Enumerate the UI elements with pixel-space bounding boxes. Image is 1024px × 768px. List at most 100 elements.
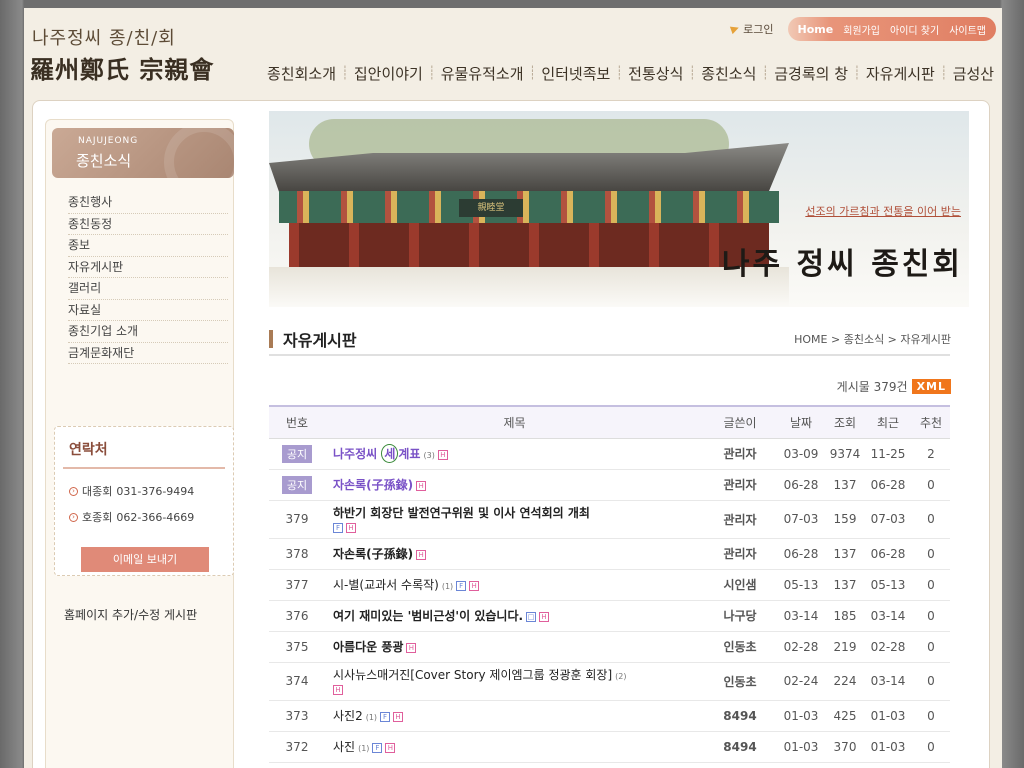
recent: 06-28 <box>864 469 912 501</box>
author[interactable]: 8494 <box>704 700 776 732</box>
sidebar-item-gallery[interactable]: 갤러리 <box>68 278 228 300</box>
hot-icon: H <box>406 642 417 653</box>
nav-item-geumseongsan[interactable]: 금성산 <box>948 63 999 84</box>
sidebar-item-archive[interactable]: 자료실 <box>68 300 228 321</box>
site-logo-small[interactable]: 나주정씨 종/친/회 <box>32 24 176 50</box>
sidebar-header-ko: 종친소식 <box>76 152 132 170</box>
date: 03-09 <box>776 438 826 470</box>
post-title-link[interactable]: 자손록(子孫錄) <box>333 478 413 492</box>
email-button[interactable]: 이메일 보내기 <box>81 547 209 572</box>
nav-item-relics[interactable]: 유물유적소개 <box>436 63 529 84</box>
login-link[interactable]: 로그인 <box>729 21 774 37</box>
contact-title: 연락처 <box>69 442 108 458</box>
column-header-author: 글쓴이 <box>723 415 757 430</box>
phone-number: 031-376-9494 <box>116 484 195 498</box>
table-row[interactable]: 379 하반기 회장단 발전연구위원 및 이사 연석회의 개최 F H 관리자 07… <box>269 500 950 539</box>
recent: 03-14 <box>864 662 912 701</box>
board-title: 자유게시판 <box>269 327 357 351</box>
table-row[interactable]: 375 아름다운 풍광 H 인동초 02-28 219 02-28 0 <box>269 631 950 663</box>
notice-badge: 공지 <box>281 444 313 463</box>
views: 370 <box>826 731 864 763</box>
home-link[interactable]: Home <box>798 23 834 36</box>
nav-item-family-story[interactable]: 집안이야기 <box>349 63 428 84</box>
post-title-link[interactable]: 여기 재미있는 '범비근성'이 있습니다. <box>333 609 523 623</box>
post-title-cell: 여기 재미있는 '범비근성'이 있습니다. □ H <box>325 600 704 632</box>
author[interactable]: 인동초 <box>704 662 776 701</box>
table-row[interactable]: 377 시-별(교과서 수록작) (1) F H 시인샘 05-13 137 05-1… <box>269 569 950 601</box>
date: 07-03 <box>776 500 826 539</box>
author[interactable]: 관리자 <box>704 500 776 539</box>
recommend: 0 <box>912 600 950 632</box>
nav-item-tradition[interactable]: 전통상식 <box>623 63 688 84</box>
nav-item-intro[interactable]: 종친회소개 <box>262 63 341 84</box>
xml-rss-button[interactable]: XML <box>911 379 951 394</box>
homepage-edit-board-link[interactable]: 홈페이지 추가/수정 게시판 <box>64 606 197 623</box>
phone-label: 대종회 <box>82 485 113 498</box>
post-title-link[interactable]: 시-별(교과서 수록작) <box>333 578 439 592</box>
sitemap-link[interactable]: 사이트맵 <box>949 22 986 37</box>
date: 06-28 <box>776 538 826 570</box>
post-title-link[interactable]: 하반기 회장단 발전연구위원 및 이사 연석회의 개최 <box>333 506 590 520</box>
author[interactable]: 관리자 <box>704 438 776 470</box>
recommend: 2 <box>912 438 950 470</box>
recommend: 0 <box>912 700 950 732</box>
post-title-cell: 하반기 회장단 발전연구위원 및 이사 연석회의 개최 F H <box>325 500 704 539</box>
join-link[interactable]: 회원가입 <box>843 22 880 37</box>
post-title-link[interactable]: 아름다운 풍광 <box>333 640 403 654</box>
sidebar-item-free-board[interactable]: 자유게시판 <box>68 257 228 278</box>
post-title-link[interactable]: 시사뉴스매거진[Cover Story 제이엠그룹 정광훈 회장] <box>333 668 612 682</box>
sidebar-item-newsletter[interactable]: 종보 <box>68 235 228 257</box>
table-row[interactable]: 376 여기 재미있는 '범비근성'이 있습니다. □ H 나구당 03-14 18… <box>269 600 950 632</box>
hall-signboard: 親睦堂 <box>459 199 523 217</box>
sidebar-item-events[interactable]: 종친행사 <box>68 192 228 214</box>
post-count: 게시물 379건 XML <box>837 378 951 395</box>
find-id-link[interactable]: 아이디 찾기 <box>890 22 939 37</box>
file-icon: F <box>380 711 391 722</box>
post-title-cell: 나주정씨 세 계표 (3) H <box>325 438 704 470</box>
nav-item-genealogy[interactable]: 인터넷족보 <box>536 63 615 84</box>
table-row[interactable]: 373 사진2 (1) F H 8494 01-03 425 01-03 0 <box>269 700 950 732</box>
site-logo-large[interactable]: 羅州鄭氏 宗親會 <box>30 50 214 85</box>
banner-subtitle: 선조의 가르침과 전통을 이어 받는 <box>805 205 961 218</box>
utility-links: Home 회원가입 아이디 찾기 사이트맵 <box>787 17 996 41</box>
nav-item-window[interactable]: 금경록의 창 <box>769 63 853 84</box>
post-title-link[interactable]: 사진2 <box>333 709 363 723</box>
author[interactable]: 나구당 <box>704 600 776 632</box>
author[interactable]: 시인샘 <box>704 569 776 601</box>
sidebar-item-members-news[interactable]: 종친동정 <box>68 214 228 235</box>
sidebar-item-companies[interactable]: 종친기업 소개 <box>68 321 228 343</box>
column-header-views: 조회 <box>833 415 857 430</box>
sidebar-header: NAJUJEONG 종친소식 <box>52 128 234 178</box>
author[interactable]: 관리자 <box>704 538 776 570</box>
date: 05-13 <box>776 569 826 601</box>
highlight-circle: 세 <box>381 444 399 463</box>
post-title-link[interactable]: 사진 <box>333 740 355 754</box>
table-row[interactable]: 공지 나주정씨 세 계표 (3) H 관리자 03-09 9374 11-25 2 <box>269 438 950 470</box>
title-bar-icon <box>269 330 273 348</box>
author[interactable]: 관리자 <box>704 469 776 501</box>
post-title-link[interactable]: 자손록(子孫錄) <box>333 547 413 561</box>
author[interactable]: 인동초 <box>704 631 776 663</box>
table-row[interactable]: 372 사진 (1) F H 8494 01-03 370 01-03 0 <box>269 731 950 763</box>
views: 137 <box>826 538 864 570</box>
author[interactable]: 8494 <box>704 731 776 763</box>
nav-item-news[interactable]: 종친소식 <box>696 63 761 84</box>
recent: 03-14 <box>864 600 912 632</box>
date: 02-28 <box>776 631 826 663</box>
hot-icon: H <box>416 549 427 560</box>
date: 01-03 <box>776 731 826 763</box>
nav-item-free-board[interactable]: 자유게시판 <box>861 63 940 84</box>
views: 425 <box>826 700 864 732</box>
post-title-link[interactable]: 나주정씨 세 계표 <box>333 444 420 463</box>
hot-icon: H <box>346 523 356 533</box>
hot-icon: H <box>416 480 427 491</box>
table-row[interactable]: 공지 자손록(子孫錄) H 관리자 06-28 137 06-28 0 <box>269 469 950 501</box>
table-row[interactable]: 378 자손록(子孫錄) H 관리자 06-28 137 06-28 0 <box>269 538 950 570</box>
table-row[interactable]: 374 시사뉴스매거진[Cover Story 제이엠그룹 정광훈 회장] (2)… <box>269 662 950 701</box>
recommend: 0 <box>912 538 950 570</box>
sidebar-item-foundation[interactable]: 금계문화재단 <box>68 343 228 364</box>
hot-icon: H <box>539 611 550 622</box>
recommend: 0 <box>912 469 950 501</box>
file-icon: F <box>333 523 343 533</box>
post-count-label: 게시물 379건 <box>836 380 908 394</box>
